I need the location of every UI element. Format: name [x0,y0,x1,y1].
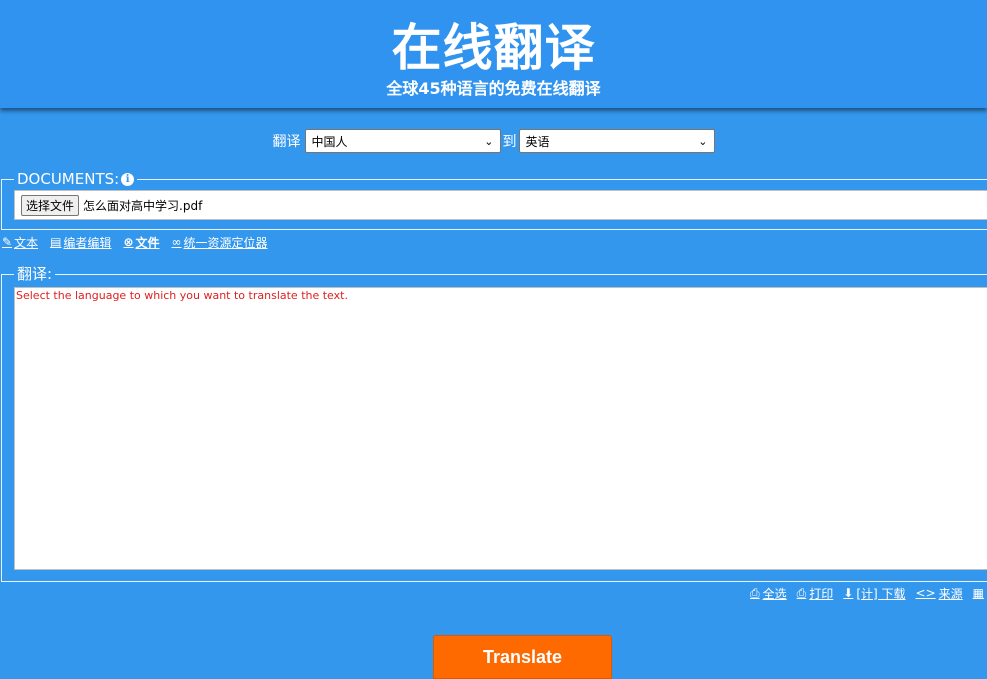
tab-url-label: 统一资源定位器 [183,235,268,250]
translation-output[interactable]: Select the language to which you want to… [14,287,987,570]
print-label: 打印 [809,586,834,601]
translate-button[interactable]: Translate [433,635,612,679]
print-button[interactable]: ⎙ 打印 [797,585,834,602]
tab-text[interactable]: ✎ 文本 [2,234,38,251]
tab-text-label: 文本 [14,235,39,250]
documents-legend: DOCUMENTS: i [14,170,138,188]
output-actions: ⎙ 全选 ⎙ 打印 ⬇ [计] 下载 <> 来源 ▦ [740,584,987,602]
translate-label: 翻译 [272,134,301,150]
source-label: 来源 [938,586,963,601]
tab-editor[interactable]: ▤ 编者编辑 [50,234,111,251]
tab-file[interactable]: ⊗ 文件 [123,234,159,251]
download-label: [计] 下载 [856,586,906,601]
tab-file-label: 文件 [135,235,160,250]
expand-button[interactable]: ▦ [973,586,987,600]
download-icon: ⬇ [843,586,854,600]
select-all-button[interactable]: ⎙ 全选 [750,585,787,602]
language-selector-row: 翻译 中国人 ⌄ 到 英语 ⌄ [0,128,987,154]
target-language-select[interactable]: 英语 ⌄ [518,129,715,153]
source-button[interactable]: <> 来源 [916,585,963,602]
translation-legend: 翻译: [14,265,56,283]
input-mode-tabs: ✎ 文本 ▤ 编者编辑 ⊗ 文件 ∞ 统一资源定位器 [2,233,280,251]
tab-editor-label: 编者编辑 [63,235,112,250]
file-name: 怎么面对高中学习.pdf [83,198,203,213]
documents-legend-label: DOCUMENTS: [17,170,120,188]
paperclip-icon: ⊗ [123,235,134,249]
translation-fieldset: 翻译: Select the language to which you wan… [1,265,987,582]
choose-file-button[interactable]: 选择文件 [21,194,80,216]
header: 在线翻译 全球45种语言的免费在线翻译 [0,0,987,108]
code-icon: <> [915,586,936,600]
site-title: 在线翻译 [391,19,596,77]
edit-icon: ✎ [2,235,13,249]
chevron-down-icon: ⌄ [484,134,494,148]
target-language-value: 英语 [525,134,550,149]
info-icon[interactable]: i [121,172,135,186]
clipboard-icon: ⎙ [750,585,760,600]
expand-icon: ▦ [972,586,984,600]
source-language-select[interactable]: 中国人 ⌄ [304,129,501,153]
chevron-down-icon: ⌄ [698,134,708,148]
download-button[interactable]: ⬇ [计] 下载 [843,585,905,602]
translation-message: Select the language to which you want to… [16,289,348,302]
site-subtitle: 全球45种语言的免费在线翻译 [386,79,601,98]
file-input[interactable]: 选择文件 怎么面对高中学习.pdf [14,190,987,220]
source-language-value: 中国人 [311,134,348,149]
documents-fieldset: DOCUMENTS: i 选择文件 怎么面对高中学习.pdf [1,170,987,230]
printer-icon: ⎙ [796,585,807,600]
tab-url[interactable]: ∞ 统一资源定位器 [172,234,268,251]
select-all-label: 全选 [762,586,787,601]
document-icon: ▤ [50,235,62,249]
link-icon: ∞ [171,235,182,249]
to-label: 到 [502,134,517,150]
